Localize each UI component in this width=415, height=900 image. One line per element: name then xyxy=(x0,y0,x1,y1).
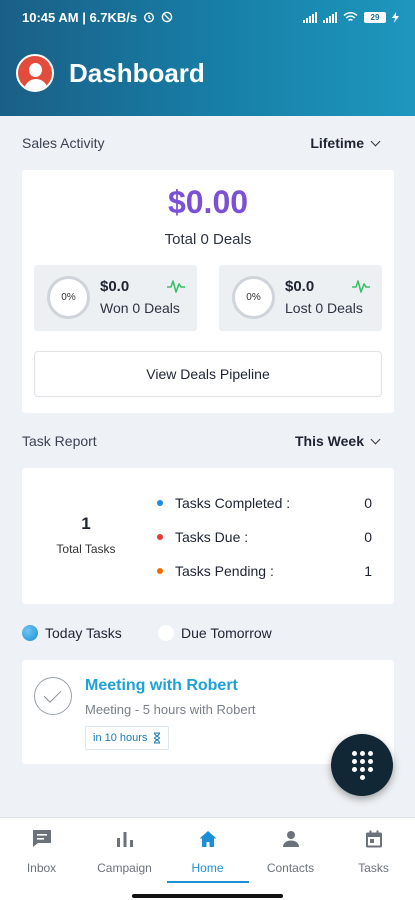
chevron-down-icon xyxy=(370,434,381,444)
nav-home-label: Home xyxy=(191,861,224,875)
stat-label: Tasks Completed : xyxy=(175,495,291,511)
hourglass-icon xyxy=(154,732,161,744)
due-badge-text: in 10 hours xyxy=(93,732,148,744)
nav-inbox[interactable]: Inbox xyxy=(0,826,83,875)
nav-campaign-label: Campaign xyxy=(97,861,152,875)
sales-activity-card: $0.00 Total 0 Deals 0% $0.0 Won 0 Deals … xyxy=(22,170,394,413)
radio-selected-icon xyxy=(22,625,38,641)
nav-tasks-label: Tasks xyxy=(358,861,389,875)
data-saver-icon xyxy=(161,11,173,23)
radio-unselected-icon xyxy=(158,625,174,641)
task-range-value: This Week xyxy=(295,433,364,449)
pulse-icon xyxy=(167,280,185,293)
dialpad-icon xyxy=(351,750,373,780)
chevron-down-icon xyxy=(370,136,381,146)
due-badge: in 10 hours xyxy=(85,726,170,750)
active-tab-indicator xyxy=(167,881,249,883)
task-range-dropdown[interactable]: This Week xyxy=(295,433,381,449)
lost-deals-box[interactable]: 0% $0.0 Lost 0 Deals xyxy=(219,265,382,331)
status-dot xyxy=(157,568,163,574)
charging-icon xyxy=(392,11,399,23)
nav-contacts[interactable]: Contacts xyxy=(249,826,332,875)
lost-label: Lost 0 Deals xyxy=(285,300,363,316)
bottom-nav: Inbox Campaign Home Contacts Tasks xyxy=(0,817,415,900)
battery-icon: 29 xyxy=(364,11,386,23)
stat-label: Tasks Pending : xyxy=(175,563,274,579)
view-deals-pipeline-button[interactable]: View Deals Pipeline xyxy=(34,351,382,397)
stat-label: Tasks Due : xyxy=(175,529,249,545)
task-subtitle: Meeting - 5 hours with Robert xyxy=(85,702,256,717)
wifi-icon xyxy=(343,11,358,21)
page-title: Dashboard xyxy=(69,57,205,88)
task-report-card: 1 Total Tasks Tasks Completed : 0 Tasks … xyxy=(22,468,394,604)
task-report-label: Task Report xyxy=(22,433,97,449)
tab-due-tomorrow[interactable]: Due Tomorrow xyxy=(158,625,272,641)
total-deals: Total 0 Deals xyxy=(164,231,252,248)
tab-today-tasks[interactable]: Today Tasks xyxy=(22,625,122,641)
won-value: $0.0 xyxy=(100,278,130,295)
signal-icon-2 xyxy=(323,11,337,23)
sales-activity-label: Sales Activity xyxy=(22,135,105,151)
stat-value: 0 xyxy=(364,529,372,545)
dialpad-fab-button[interactable] xyxy=(331,734,393,796)
nav-campaign[interactable]: Campaign xyxy=(83,826,166,875)
gesture-bar[interactable] xyxy=(132,894,283,898)
tab-tomorrow-label: Due Tomorrow xyxy=(181,625,272,641)
status-bar: 10:45 AM | 6.7KB/s 29 xyxy=(0,0,415,34)
complete-task-checkbox[interactable] xyxy=(34,677,72,715)
lost-value: $0.0 xyxy=(285,278,315,295)
tab-today-label: Today Tasks xyxy=(45,625,122,641)
status-time: 10:45 AM | 6.7KB/s xyxy=(22,9,138,25)
bar-chart-icon xyxy=(116,832,133,847)
won-percent-ring: 0% xyxy=(47,276,90,319)
sales-amount: $0.00 xyxy=(167,184,249,220)
total-tasks-count: 1 xyxy=(81,514,91,533)
person-icon xyxy=(282,831,299,847)
stat-row-completed: Tasks Completed : 0 xyxy=(157,495,372,511)
nav-inbox-label: Inbox xyxy=(26,861,57,875)
app-header: 10:45 AM | 6.7KB/s 29 Dashboard xyxy=(0,0,415,116)
nav-tasks[interactable]: Tasks xyxy=(332,826,415,875)
pulse-icon xyxy=(352,280,370,293)
stat-value: 1 xyxy=(364,563,372,579)
sales-range-dropdown[interactable]: Lifetime xyxy=(310,135,381,151)
stat-row-pending: Tasks Pending : 1 xyxy=(157,563,372,579)
calendar-icon xyxy=(365,830,382,848)
stat-value: 0 xyxy=(364,495,372,511)
alarm-icon xyxy=(144,12,155,23)
stat-row-due: Tasks Due : 0 xyxy=(157,529,372,545)
lost-percent-ring: 0% xyxy=(232,276,275,319)
total-tasks-label: Total Tasks xyxy=(56,542,116,556)
status-dot xyxy=(157,500,163,506)
won-label: Won 0 Deals xyxy=(100,300,180,316)
signal-icon xyxy=(303,11,317,23)
task-title[interactable]: Meeting with Robert xyxy=(85,677,238,695)
inbox-chat-icon xyxy=(32,830,51,847)
avatar[interactable] xyxy=(16,54,54,92)
won-deals-box[interactable]: 0% $0.0 Won 0 Deals xyxy=(34,265,197,331)
nav-home[interactable]: Home xyxy=(166,826,249,875)
sales-range-value: Lifetime xyxy=(310,135,364,151)
home-icon xyxy=(199,831,216,847)
status-dot xyxy=(157,534,163,540)
nav-contacts-label: Contacts xyxy=(266,861,315,875)
